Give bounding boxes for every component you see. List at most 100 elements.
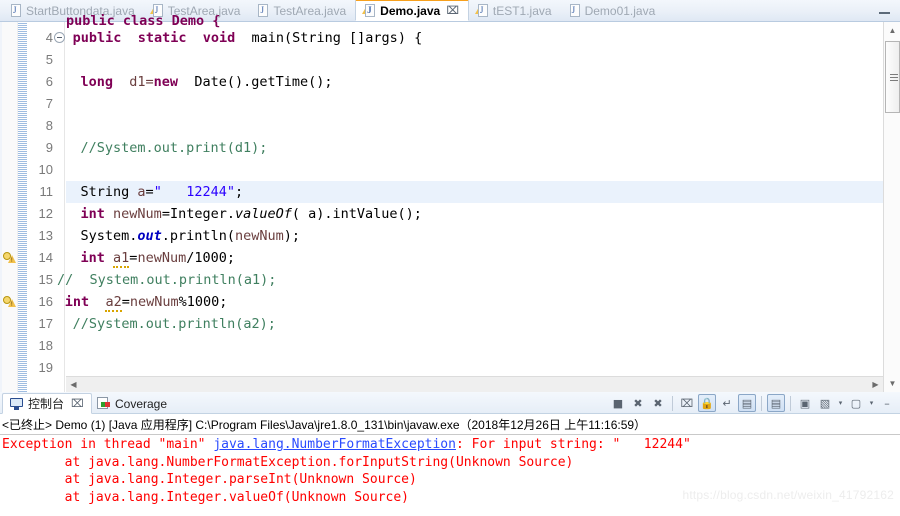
quick-fix-warning-icon[interactable]: ! (3, 295, 17, 309)
close-console-tab-icon[interactable]: ⌧ (71, 397, 84, 410)
code-line[interactable] (2, 93, 900, 115)
code-fold-collapse-icon[interactable] (54, 32, 65, 43)
close-tab-icon[interactable]: ⌧ (446, 4, 459, 17)
code-line[interactable]: int a2=newNum%1000; (2, 291, 900, 313)
show-console-on-output-button[interactable]: ▤ (738, 394, 756, 412)
line-number-cell: 11 (27, 181, 65, 203)
terminate-button[interactable]: ■ (609, 394, 627, 412)
scroll-down-icon[interactable]: ▼ (884, 375, 900, 392)
console-tab-coverage[interactable]: Coverage (90, 393, 174, 414)
code-line-text: //System.out.println(a2); (73, 313, 276, 335)
code-token: // System.out.println(a1); (56, 272, 277, 288)
toolbar-separator (761, 395, 762, 411)
scroll-up-icon[interactable]: ▲ (884, 22, 900, 39)
editor-tab-demo01-java[interactable]: J Demo01.java (561, 0, 665, 21)
line-number: 11 (39, 184, 54, 199)
line-number-cell: 12 (27, 203, 65, 225)
code-line[interactable]: // System.out.println(a1); (2, 269, 900, 291)
code-token: String (80, 184, 138, 200)
line-number: 15 (38, 272, 53, 287)
console-text: at java.lang.NumberFormatException.forIn… (2, 454, 574, 470)
code-line[interactable]: long d1=new Date().getTime(); (2, 71, 900, 93)
toolbar-icon-glyph: ▾ (838, 399, 843, 407)
editor-vertical-scrollbar[interactable]: ▲ ▼ (883, 22, 900, 392)
minimize-icon[interactable] (879, 6, 890, 14)
line-number-cell: 13 (27, 225, 65, 247)
console-text: Exception in thread "main" (2, 437, 214, 452)
console-view: 控制台 ⌧ Coverage ■ ✖ ✖ ⌧ 🔒 ↵ ▤ ▤ ▣ ▧ ▾ ▢ ▾ – <已终止> Demo (… (0, 392, 900, 516)
console-tab-console[interactable]: 控制台 ⌧ (2, 393, 92, 414)
open-console-button[interactable]: ▢ (847, 394, 865, 412)
code-token: newNum (129, 294, 179, 310)
line-number-cell: 7 (27, 93, 65, 115)
code-line[interactable]: //System.out.print(d1); (2, 137, 900, 159)
clear-console-button[interactable]: ⌧ (678, 394, 696, 412)
editor-horizontal-scrollbar[interactable]: ◀ ▶ (66, 376, 883, 392)
code-token: ; (234, 184, 244, 200)
code-token: int (80, 206, 105, 222)
editor-tab-test1-java[interactable]: !JtEST1.java (469, 0, 561, 21)
quick-fix-warning-icon[interactable]: ! (3, 251, 17, 265)
pin-console-button[interactable]: ▣ (796, 394, 814, 412)
line-number: 6 (45, 74, 53, 89)
console-output-line: at java.lang.NumberFormatException.forIn… (2, 454, 900, 472)
display-selected-console-dropdown[interactable]: ▾ (836, 399, 845, 407)
code-token: newNum (137, 250, 187, 266)
code-line[interactable] (2, 335, 900, 357)
code-token: a (137, 184, 146, 200)
toolbar-icon-glyph: ▢ (850, 396, 862, 410)
code-token: =Integer. (161, 206, 235, 222)
java-file-warning-icon: !J (362, 3, 376, 18)
code-line-text: int newNum=Integer.valueOf( a).intValue(… (81, 203, 422, 225)
line-number: 7 (45, 96, 53, 111)
code-token: int (64, 294, 90, 310)
code-token: static (137, 30, 187, 46)
display-selected-console-button[interactable]: ▧ (816, 394, 834, 412)
editor-tab-demo-java[interactable]: !J Demo.java ⌧ (355, 0, 469, 21)
minimize-console-button[interactable]: – (878, 394, 896, 412)
toolbar-icon-glyph: ▧ (819, 396, 831, 410)
line-number-cell: 4 (27, 27, 65, 49)
code-line[interactable] (2, 159, 900, 181)
line-number: 16 (38, 294, 53, 309)
scroll-lock-button[interactable]: 🔒 (698, 394, 716, 412)
java-file-warning-icon: !J (474, 3, 489, 18)
java-file-icon: J (256, 3, 269, 18)
line-number-cell: 17 (27, 313, 65, 335)
exception-link[interactable]: java.lang.NumberFormatException (213, 437, 456, 452)
code-line[interactable]: int newNum=Integer.valueOf( a).intValue(… (2, 203, 900, 225)
toolbar-icon-glyph: ■ (612, 396, 624, 410)
console-output[interactable]: Exception in thread "main" java.lang.Num… (2, 436, 900, 516)
line-number: 14 (38, 250, 53, 265)
remove-launch-button[interactable]: ✖ (629, 394, 647, 412)
code-line[interactable]: String a=" 12244"; (2, 181, 900, 203)
word-wrap-button[interactable]: ↵ (718, 394, 736, 412)
line-number: 9 (45, 140, 53, 155)
line-number-cell: 14 (27, 247, 65, 269)
code-line[interactable] (2, 115, 900, 137)
vertical-scroll-thumb[interactable] (885, 41, 900, 113)
line-number-cell: 16 (27, 291, 65, 313)
editor-tab-testarea-java[interactable]: J TestArea.java (249, 0, 355, 21)
console-text: : For input string: " 12244" (455, 437, 691, 452)
code-line[interactable]: System.out.println(newNum); (2, 225, 900, 247)
remove-all-terminated-button[interactable]: ✖ (649, 394, 667, 412)
code-line[interactable]: //System.out.println(a2); (2, 313, 900, 335)
code-editor[interactable]: public class Demo { public static void m… (0, 13, 900, 392)
toolbar-separator (790, 395, 791, 411)
code-line[interactable]: int a1=newNum/1000; (2, 247, 900, 269)
code-line[interactable]: public static void main(String []args) { (2, 27, 900, 49)
show-console-on-error-button[interactable]: ▤ (767, 394, 785, 412)
console-toolbar: ■ ✖ ✖ ⌧ 🔒 ↵ ▤ ▤ ▣ ▧ ▾ ▢ ▾ – (609, 393, 896, 413)
code-token: long (80, 74, 114, 90)
editor-tab-label: TestArea.java (273, 3, 347, 18)
scroll-left-icon[interactable]: ◀ (66, 377, 81, 392)
toolbar-icon-glyph: ▾ (869, 399, 874, 407)
open-console-dropdown[interactable]: ▾ (867, 399, 876, 407)
code-token: ( a).intValue(); (291, 206, 422, 222)
code-token: .println( (161, 228, 235, 244)
scroll-right-icon[interactable]: ▶ (868, 377, 883, 392)
code-line[interactable] (2, 49, 900, 71)
